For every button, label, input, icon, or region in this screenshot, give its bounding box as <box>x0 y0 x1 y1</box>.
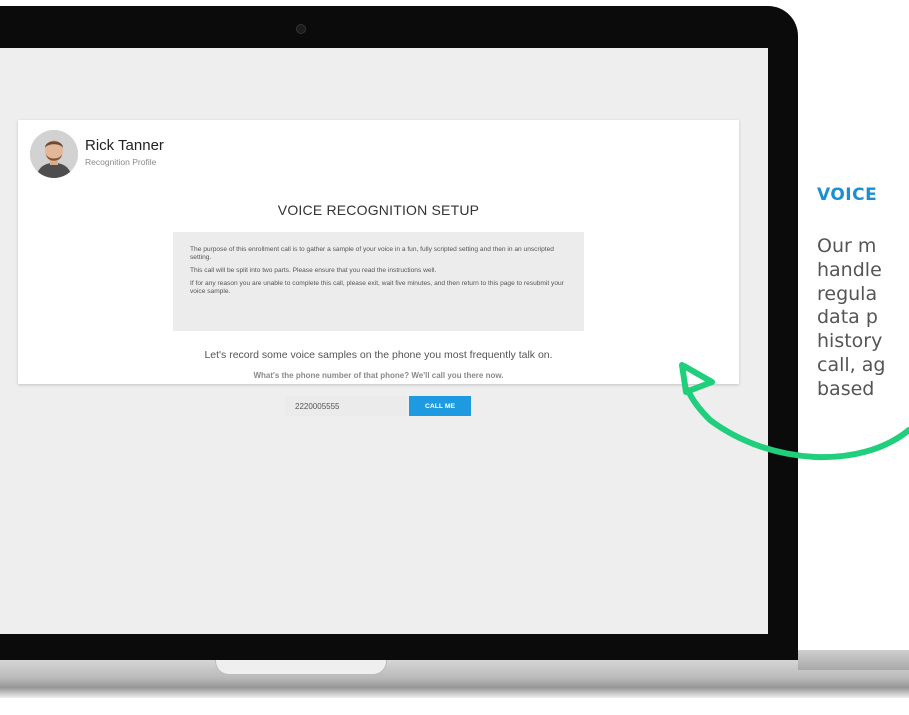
phone-question: What's the phone number of that phone? W… <box>253 371 504 380</box>
curved-arrow-icon <box>679 362 909 461</box>
webcam-icon <box>296 24 306 34</box>
side-line: data p <box>817 306 878 329</box>
side-line: regula <box>817 282 878 305</box>
avatar <box>30 130 78 178</box>
side-line: history <box>817 330 883 353</box>
profile-subtitle: Recognition Profile <box>85 157 157 167</box>
instruction-paragraph: The purpose of this enrollment call is t… <box>190 246 554 261</box>
call-me-button[interactable]: CALL ME <box>409 396 471 416</box>
laptop-base-edge <box>798 650 909 670</box>
instruction-paragraph: If for any reason you are unable to comp… <box>190 280 564 295</box>
instructions-box: The purpose of this enrollment call is t… <box>173 232 584 331</box>
side-heading: VOICE <box>817 185 878 205</box>
side-line: Our m <box>817 235 877 257</box>
instruction-paragraph: This call will be split into two parts. … <box>190 267 437 274</box>
record-prompt: Let's record some voice samples on the p… <box>204 349 553 361</box>
laptop-base-shadow <box>0 688 909 698</box>
page-title: VOICE RECOGNITION SETUP <box>277 202 480 218</box>
recognition-setup-card: Rick Tanner Recognition Profile VOICE RE… <box>18 120 739 416</box>
phone-number-input[interactable] <box>285 396 407 416</box>
laptop-notch <box>215 660 387 675</box>
side-line: handle <box>817 258 882 281</box>
user-name: Rick Tanner <box>85 137 164 154</box>
laptop-base <box>0 660 909 690</box>
